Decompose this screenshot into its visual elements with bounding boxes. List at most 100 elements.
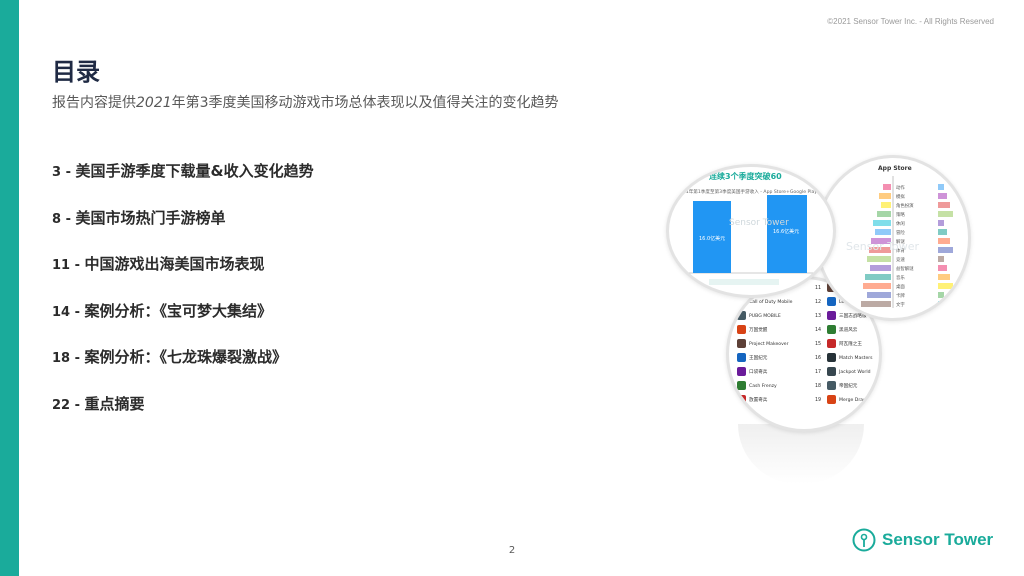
genre-bar (938, 292, 944, 298)
genre-label: 卡牌 (896, 292, 905, 299)
chart-preview-graphic: 连续3个季度突破60 2021年第1季度至第3季度美国手游收入 - App St… (677, 171, 825, 285)
rank-number: 18 (815, 383, 821, 389)
toc-item[interactable]: 22 - 重点摘要 (52, 393, 314, 440)
genre-bar (938, 184, 944, 190)
app-name: Project Makeover (749, 341, 789, 347)
app-icon (827, 325, 836, 334)
app-name: Merge Dragons (839, 397, 875, 403)
toc-label: 美国手游季度下载量&收入变化趋势 (75, 162, 314, 180)
toc-page-number: 18 - (52, 351, 85, 366)
rank-number: 17 (815, 369, 821, 375)
sensor-tower-logo-icon (852, 528, 876, 552)
app-icon (827, 395, 836, 404)
genre-bar (938, 229, 947, 235)
genre-bar (865, 274, 891, 280)
app-name: Cash Frenzy (749, 383, 777, 389)
app-icon (827, 339, 836, 348)
genre-label: 模拟 (896, 193, 905, 200)
chart-preview-bar-label: 16.6亿美元 (773, 228, 799, 235)
app-icon (737, 311, 746, 320)
page-subtitle: 报告内容提供2021年第3季度美国移动游戏市场总体表现以及值得关注的变化趋势 (52, 92, 559, 112)
genre-chart-heading: App Store (878, 165, 912, 172)
genre-chart-graphic: App Store 动作模拟角色扮演策略休闲冒险解谜体育竞速益智解谜音乐桌面卡牌… (846, 165, 953, 308)
genre-chart-thumbnail: App Store 动作 模拟 角色扮演 策略 休闲 冒险 解谜 体育 竞速 益智解谜 音乐 桌面 卡牌… (815, 155, 971, 321)
app-name: 口袋奇兵 (749, 368, 768, 375)
genre-bar (938, 211, 953, 217)
app-name: PUBG MOBILE (749, 313, 781, 319)
toc-item[interactable]: 14 - 案例分析：《宝可梦大集结》 (52, 300, 314, 347)
app-name: 帝国纪元 (839, 382, 858, 389)
genre-bar (938, 301, 947, 307)
toc-item[interactable]: 3 - 美国手游季度下载量&收入变化趋势 (52, 160, 314, 207)
app-icon (827, 353, 836, 362)
rank-number: 11 (815, 285, 821, 291)
toc-page-number: 22 - (52, 397, 85, 413)
subtitle-before: 报告内容提供 (52, 95, 136, 111)
toc-item[interactable]: 8 - 美国市场热门手游榜单 (52, 207, 314, 254)
genre-bar (938, 265, 947, 271)
genre-bar (938, 238, 950, 244)
rank-number: 16 (815, 355, 821, 361)
app-icon (737, 367, 746, 376)
genre-bar (870, 265, 891, 271)
rank-number: 15 (815, 341, 821, 347)
genre-label: 动作 (896, 184, 905, 191)
app-name: Match Masters (839, 355, 873, 361)
app-name: 阿瓦隆之王 (839, 340, 862, 347)
toc-page-number: 8 - (52, 211, 76, 227)
app-icon (737, 353, 746, 362)
table-of-contents: 3 - 美国手游季度下载量&收入变化趋势 8 - 美国市场热门手游榜单 11 -… (52, 160, 314, 439)
app-icon (737, 395, 746, 404)
genre-bar (873, 220, 891, 226)
rank-number: 19 (815, 397, 821, 403)
genre-bar (881, 202, 891, 208)
genre-bar (938, 283, 953, 289)
chart-preview-caption: 2021年第1季度至第3季度美国手游收入 - App Store+Google … (677, 188, 817, 195)
rank-number: 13 (815, 313, 821, 319)
toc-page-number: 14 - (52, 304, 85, 320)
genre-label: 竞速 (896, 256, 905, 263)
app-icon (827, 367, 836, 376)
genre-bar (863, 283, 891, 289)
app-icon (827, 297, 836, 306)
toc-label: 美国市场热门手游榜单 (75, 208, 226, 227)
accent-sidebar-bar (0, 0, 19, 576)
rank-number: 12 (815, 299, 821, 305)
genre-bar (875, 229, 891, 235)
genre-label: 益智解谜 (896, 265, 914, 272)
genre-label: 桌面 (896, 283, 905, 290)
toc-label: 案例分析：《宝可梦大集结》 (84, 301, 273, 320)
app-name: 王国纪元 (749, 354, 768, 361)
chart-preview-bar-label: 16.0亿美元 (699, 235, 725, 242)
genre-bar (861, 301, 891, 307)
chart-preview-heading: 连续3个季度突破60 (709, 171, 782, 181)
page-title: 目录 (52, 58, 100, 86)
app-name: 黑道风云 (839, 326, 858, 333)
genre-label: 音乐 (896, 274, 905, 281)
toc-label: 重点摘要 (84, 394, 145, 413)
genre-label: 策略 (896, 211, 905, 218)
toc-item[interactable]: 18 - 案例分析：《七龙珠爆裂激战》 (52, 346, 314, 393)
app-icon (737, 381, 746, 390)
thumbnail-reflection (738, 424, 864, 484)
sensor-tower-logo-text: Sensor Tower (882, 530, 994, 549)
watermark-text: Sensor Tower (846, 240, 920, 253)
app-icon (827, 381, 836, 390)
app-icon (737, 297, 746, 306)
genre-bar (938, 247, 953, 253)
genre-bar (938, 256, 944, 262)
genre-bar (938, 202, 950, 208)
app-name: Call of Duty Mobile (749, 299, 793, 305)
sensor-tower-logo: Sensor Tower (852, 528, 993, 552)
toc-label: 中国游戏出海美国市场表现 (84, 255, 265, 273)
genre-label: 角色扮演 (896, 202, 914, 209)
toc-page-number: 11 - (52, 258, 85, 273)
app-name: Jackpot World (838, 369, 871, 375)
rank-number: 14 (815, 327, 821, 333)
genre-label: 文字 (896, 301, 905, 308)
genre-bar (879, 193, 891, 199)
app-icon (737, 339, 746, 348)
copyright-notice: ©2021 Sensor Tower Inc. - All Rights Res… (827, 17, 994, 26)
watermark-text: Sensor Tower (729, 218, 789, 228)
toc-item[interactable]: 11 - 中国游戏出海美国市场表现 (52, 253, 314, 300)
